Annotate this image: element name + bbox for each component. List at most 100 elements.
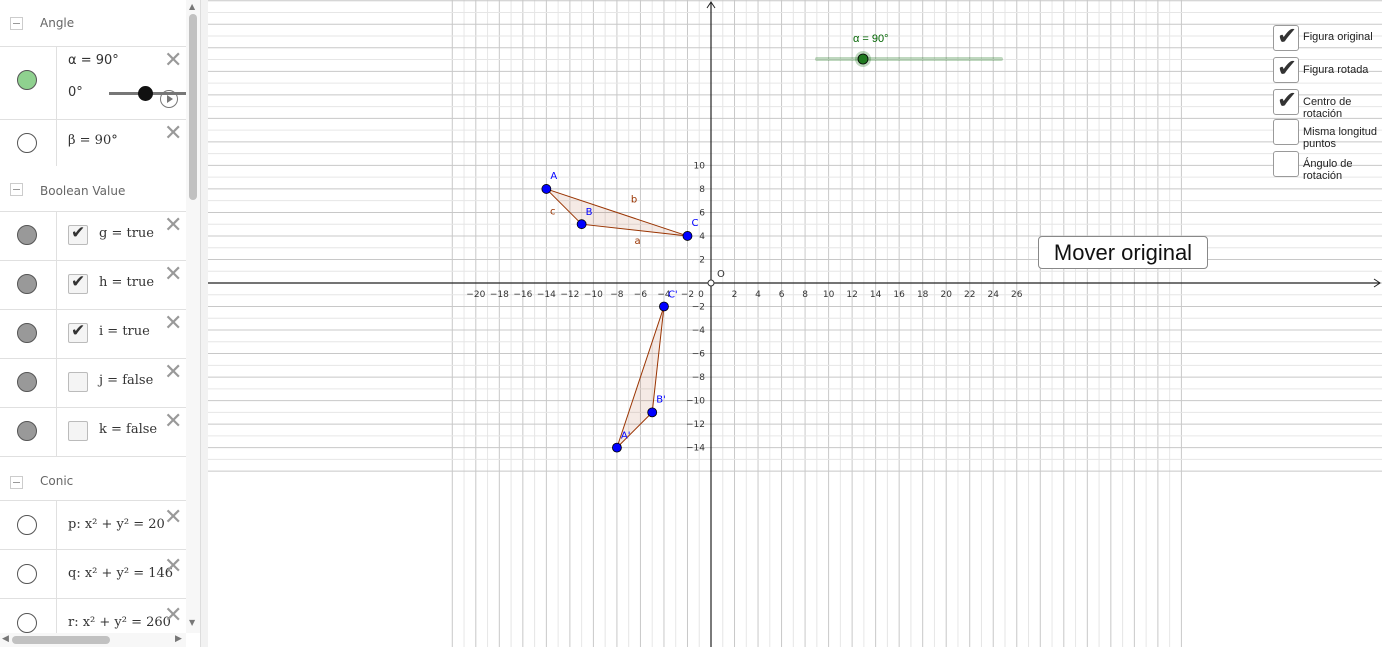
algebra-item-q[interactable]: q: x² + y² = 146 ✕ xyxy=(0,549,186,598)
visibility-toggle-i[interactable] xyxy=(17,323,37,343)
check-icon: ✔ xyxy=(1277,86,1298,114)
point-label-A1: A' xyxy=(621,431,631,442)
graphics-slider-handle[interactable] xyxy=(857,53,869,65)
algebra-vertical-scrollbar[interactable]: ▲ ▼ xyxy=(186,0,200,633)
vertical-scroll-thumb[interactable] xyxy=(189,14,197,200)
visibility-toggle-q[interactable] xyxy=(17,564,37,584)
delete-alpha-icon[interactable]: ✕ xyxy=(164,50,182,72)
label-figura-original[interactable]: Figura original xyxy=(1303,31,1373,43)
q-definition[interactable]: q: x² + y² = 146 xyxy=(68,566,173,581)
check-icon: ✔ xyxy=(71,321,86,341)
delete-q-icon[interactable]: ✕ xyxy=(164,556,182,578)
visibility-toggle-j[interactable] xyxy=(17,372,37,392)
delete-h-icon[interactable]: ✕ xyxy=(164,264,182,286)
j-definition[interactable]: j = false xyxy=(99,373,153,388)
label-misma-longitud[interactable]: Misma longitud puntos xyxy=(1303,126,1382,150)
scroll-down-icon[interactable]: ▼ xyxy=(189,618,195,627)
visibility-toggle-beta[interactable] xyxy=(17,133,37,153)
i-definition[interactable]: i = true xyxy=(99,324,150,339)
coordinate-plane[interactable]: −20 −18 −16 −14 −12 −10 −8 −6 −4 −2 0 2 4 6 8 10 12 14 16 1… xyxy=(208,0,1382,647)
beta-definition[interactable]: β = 90° xyxy=(68,133,118,148)
visibility-toggle-h[interactable] xyxy=(17,274,37,294)
delete-p-icon[interactable]: ✕ xyxy=(164,507,182,529)
x-tick-label: 26 xyxy=(1011,290,1023,300)
checkbox-centro-rotacion[interactable]: ✔ xyxy=(1273,86,1299,115)
x-tick-label: 0 xyxy=(698,290,704,300)
label-figura-rotada[interactable]: Figura rotada xyxy=(1303,64,1368,76)
r-definition[interactable]: r: x² + y² = 260 xyxy=(68,615,171,630)
algebra-item-h[interactable]: ✔ h = true ✕ xyxy=(0,260,186,309)
x-tick-label: 22 xyxy=(964,290,975,300)
point-label-C1: C' xyxy=(668,290,678,301)
g-definition[interactable]: g = true xyxy=(99,226,154,241)
algebra-item-p[interactable]: p: x² + y² = 20 ✕ xyxy=(0,500,186,549)
delete-g-icon[interactable]: ✕ xyxy=(164,215,182,237)
collapse-angle-button[interactable] xyxy=(10,17,23,30)
mover-original-button[interactable]: Mover original xyxy=(1038,236,1208,269)
checkbox-figura-rotada[interactable]: ✔ xyxy=(1273,54,1299,83)
point-label-B1: B' xyxy=(656,394,666,405)
point-C1[interactable] xyxy=(659,301,669,312)
alpha-slider-handle[interactable] xyxy=(138,86,153,101)
point-label-C: C xyxy=(691,218,698,229)
alpha-definition[interactable]: α = 90° xyxy=(68,53,119,68)
delete-k-icon[interactable]: ✕ xyxy=(164,411,182,433)
x-tick-label: 24 xyxy=(988,290,1000,300)
play-icon[interactable] xyxy=(160,90,178,108)
scroll-right-icon[interactable]: ▶ xyxy=(175,634,182,644)
x-tick-label: −8 xyxy=(610,290,624,300)
view-splitter[interactable] xyxy=(200,0,208,647)
algebra-item-g[interactable]: ✔ g = true ✕ xyxy=(0,211,186,260)
algebra-item-j[interactable]: j = false ✕ xyxy=(0,358,186,407)
visibility-toggle-alpha[interactable] xyxy=(17,70,37,90)
delete-j-icon[interactable]: ✕ xyxy=(164,362,182,384)
algebra-item-i[interactable]: ✔ i = true ✕ xyxy=(0,309,186,358)
divider xyxy=(56,261,57,309)
visibility-toggle-k[interactable] xyxy=(17,421,37,441)
scroll-up-icon[interactable]: ▲ xyxy=(189,2,195,11)
g-checkbox[interactable]: ✔ xyxy=(68,223,88,245)
y-tick-label: 10 xyxy=(694,161,706,171)
checkbox-figura-original[interactable]: ✔ xyxy=(1273,22,1299,51)
algebra-item-beta[interactable]: β = 90° ✕ xyxy=(0,119,186,166)
collapse-conic-button[interactable] xyxy=(10,476,23,489)
h-checkbox[interactable]: ✔ xyxy=(68,272,88,294)
point-A[interactable] xyxy=(541,184,552,194)
algebra-item-r[interactable]: r: x² + y² = 260 ✕ xyxy=(0,598,186,633)
i-checkbox[interactable]: ✔ xyxy=(68,321,88,343)
horizontal-scroll-thumb[interactable] xyxy=(12,636,110,644)
category-angle: Angle xyxy=(0,0,186,46)
label-centro-rotacion[interactable]: Centro de rotación xyxy=(1303,96,1382,120)
p-definition[interactable]: p: x² + y² = 20 xyxy=(68,517,165,532)
visibility-toggle-r[interactable] xyxy=(17,613,37,633)
x-tick-label: 20 xyxy=(940,290,952,300)
j-checkbox[interactable] xyxy=(68,372,88,392)
algebra-item-alpha[interactable]: α = 90° ✕ 0° xyxy=(0,46,186,119)
delete-r-icon[interactable]: ✕ xyxy=(164,605,182,627)
graphics-view[interactable]: −20 −18 −16 −14 −12 −10 −8 −6 −4 −2 0 2 4 6 8 10 12 14 16 1… xyxy=(208,0,1382,647)
k-checkbox[interactable] xyxy=(68,421,88,441)
checkbox-misma-longitud[interactable] xyxy=(1273,119,1299,145)
y-tick-label: 6 xyxy=(699,208,705,218)
h-definition[interactable]: h = true xyxy=(99,275,154,290)
delete-i-icon[interactable]: ✕ xyxy=(164,313,182,335)
label-angulo-rotacion[interactable]: Ángulo de rotación xyxy=(1303,158,1382,182)
point-B[interactable] xyxy=(576,219,587,230)
divider xyxy=(56,310,57,358)
k-definition[interactable]: k = false xyxy=(99,422,157,437)
x-tick-label: −14 xyxy=(537,290,556,300)
visibility-toggle-p[interactable] xyxy=(17,515,37,535)
point-A1[interactable] xyxy=(612,442,622,453)
algebra-item-k[interactable]: k = false ✕ xyxy=(0,407,186,456)
checkbox-angulo-rotacion[interactable] xyxy=(1273,151,1299,177)
origin-point[interactable] xyxy=(707,279,715,287)
point-B1[interactable] xyxy=(647,407,658,418)
collapse-boolean-button[interactable] xyxy=(10,183,23,196)
scroll-left-icon[interactable]: ◀ xyxy=(2,634,9,644)
y-tick-label: −6 xyxy=(692,350,706,360)
point-label-A: A xyxy=(550,171,557,182)
algebra-horizontal-scrollbar[interactable]: ◀ ▶ xyxy=(0,633,186,647)
delete-beta-icon[interactable]: ✕ xyxy=(164,123,182,145)
point-C[interactable] xyxy=(682,231,693,241)
visibility-toggle-g[interactable] xyxy=(17,225,37,245)
